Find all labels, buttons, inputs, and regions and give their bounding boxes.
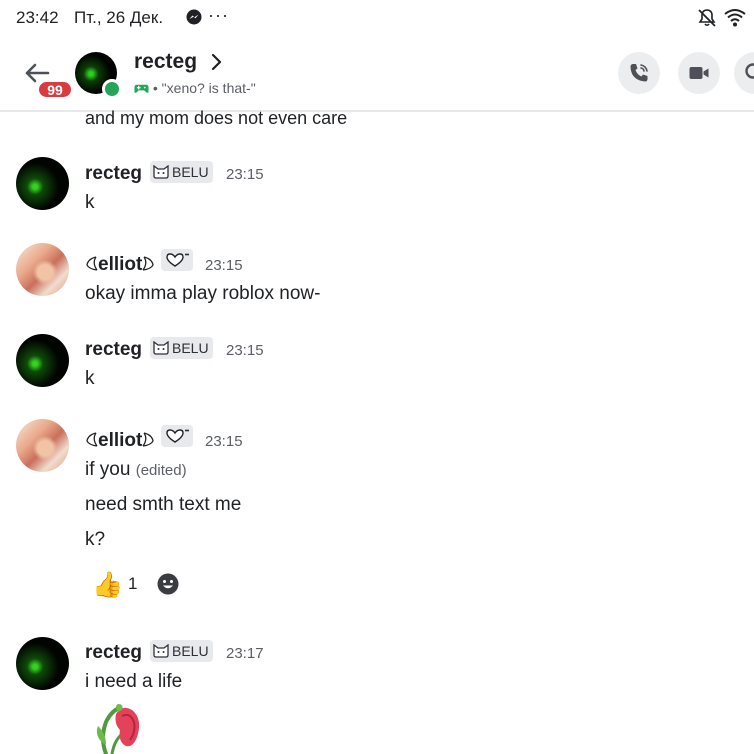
previous-message-text: and my mom does not even care: [85, 108, 348, 128]
server-tag[interactable]: BELU: [150, 161, 213, 183]
server-tag[interactable]: [161, 249, 193, 271]
wifi-icon: [724, 9, 746, 27]
add-reaction-icon[interactable]: [157, 573, 179, 595]
message-author[interactable]: recteg: [85, 642, 142, 664]
search-button[interactable]: [734, 52, 754, 94]
game-controller-icon: [134, 84, 149, 93]
video-camera-icon: [689, 67, 709, 79]
server-tag[interactable]: BELU: [150, 640, 213, 662]
message-text-content: if you: [85, 459, 131, 480]
wing-right-icon: [142, 256, 155, 271]
online-status-dot: [102, 79, 122, 99]
message-text: k: [85, 192, 95, 213]
message-author[interactable]: recteg: [85, 163, 142, 185]
status-date: Пт., 26 Дек.: [74, 8, 164, 27]
avatar[interactable]: [16, 419, 69, 472]
timestamp: 23:15: [205, 257, 243, 274]
wing-right-icon: [142, 432, 155, 447]
author-name-label: elliot: [98, 430, 143, 451]
wing-left-icon: [86, 432, 98, 447]
reaction-count: 1: [128, 574, 138, 593]
avatar[interactable]: [16, 334, 69, 387]
mute-icon: [698, 9, 716, 27]
message-author[interactable]: elliot: [85, 430, 155, 452]
chat-header: 99 recteg • "xeno? is that-": [0, 36, 754, 112]
message-author[interactable]: elliot: [85, 254, 155, 276]
voice-call-button[interactable]: [618, 52, 660, 94]
message-author[interactable]: recteg: [85, 339, 142, 361]
thumbs-up-emoji: 👍: [92, 571, 124, 599]
video-call-button[interactable]: [678, 52, 720, 94]
timestamp: 23:15: [226, 342, 264, 359]
heart-outline-icon: [166, 429, 189, 443]
avatar[interactable]: [16, 243, 69, 296]
message-text: okay imma play roblox now-: [85, 283, 321, 304]
avatar[interactable]: [16, 637, 69, 690]
message-text: if you (edited): [85, 459, 187, 481]
cat-icon: [153, 644, 169, 658]
server-tag[interactable]: BELU: [150, 337, 213, 359]
timestamp: 23:15: [205, 433, 243, 450]
status-overflow: ···: [208, 5, 229, 25]
server-tag[interactable]: [161, 425, 193, 447]
message-text: k: [85, 368, 95, 389]
wilted-flower-sticker[interactable]: [92, 700, 144, 754]
edited-label: (edited): [135, 462, 187, 479]
reaction-chip[interactable]: 👍 1: [85, 566, 145, 602]
server-tag-label: BELU: [172, 643, 209, 659]
heart-outline-icon: [166, 253, 189, 267]
message-text: k?: [85, 529, 106, 550]
activity-text: • "xeno? is that-": [152, 80, 256, 96]
messenger-icon: [186, 9, 202, 25]
avatar[interactable]: [16, 157, 69, 210]
wing-left-icon: [86, 256, 98, 271]
server-tag-label: BELU: [172, 164, 209, 180]
timestamp: 23:15: [226, 166, 264, 183]
chevron-right-icon[interactable]: [209, 53, 223, 71]
cat-icon: [153, 341, 169, 355]
message-text: need smth text me: [85, 494, 242, 515]
search-icon: [745, 63, 754, 79]
cat-icon: [153, 165, 169, 179]
timestamp: 23:17: [226, 645, 264, 662]
server-tag-label: BELU: [172, 340, 209, 356]
author-name-label: elliot: [98, 254, 143, 275]
message-text: i need a life: [85, 671, 183, 692]
unread-badge: 99: [37, 80, 73, 99]
status-time: 23:42: [16, 8, 59, 27]
status-bar: 23:42 Пт., 26 Дек. ···: [0, 0, 754, 36]
header-activity: • "xeno? is that-": [134, 80, 256, 96]
header-username[interactable]: recteg: [134, 50, 197, 74]
phone-icon: [630, 64, 648, 82]
